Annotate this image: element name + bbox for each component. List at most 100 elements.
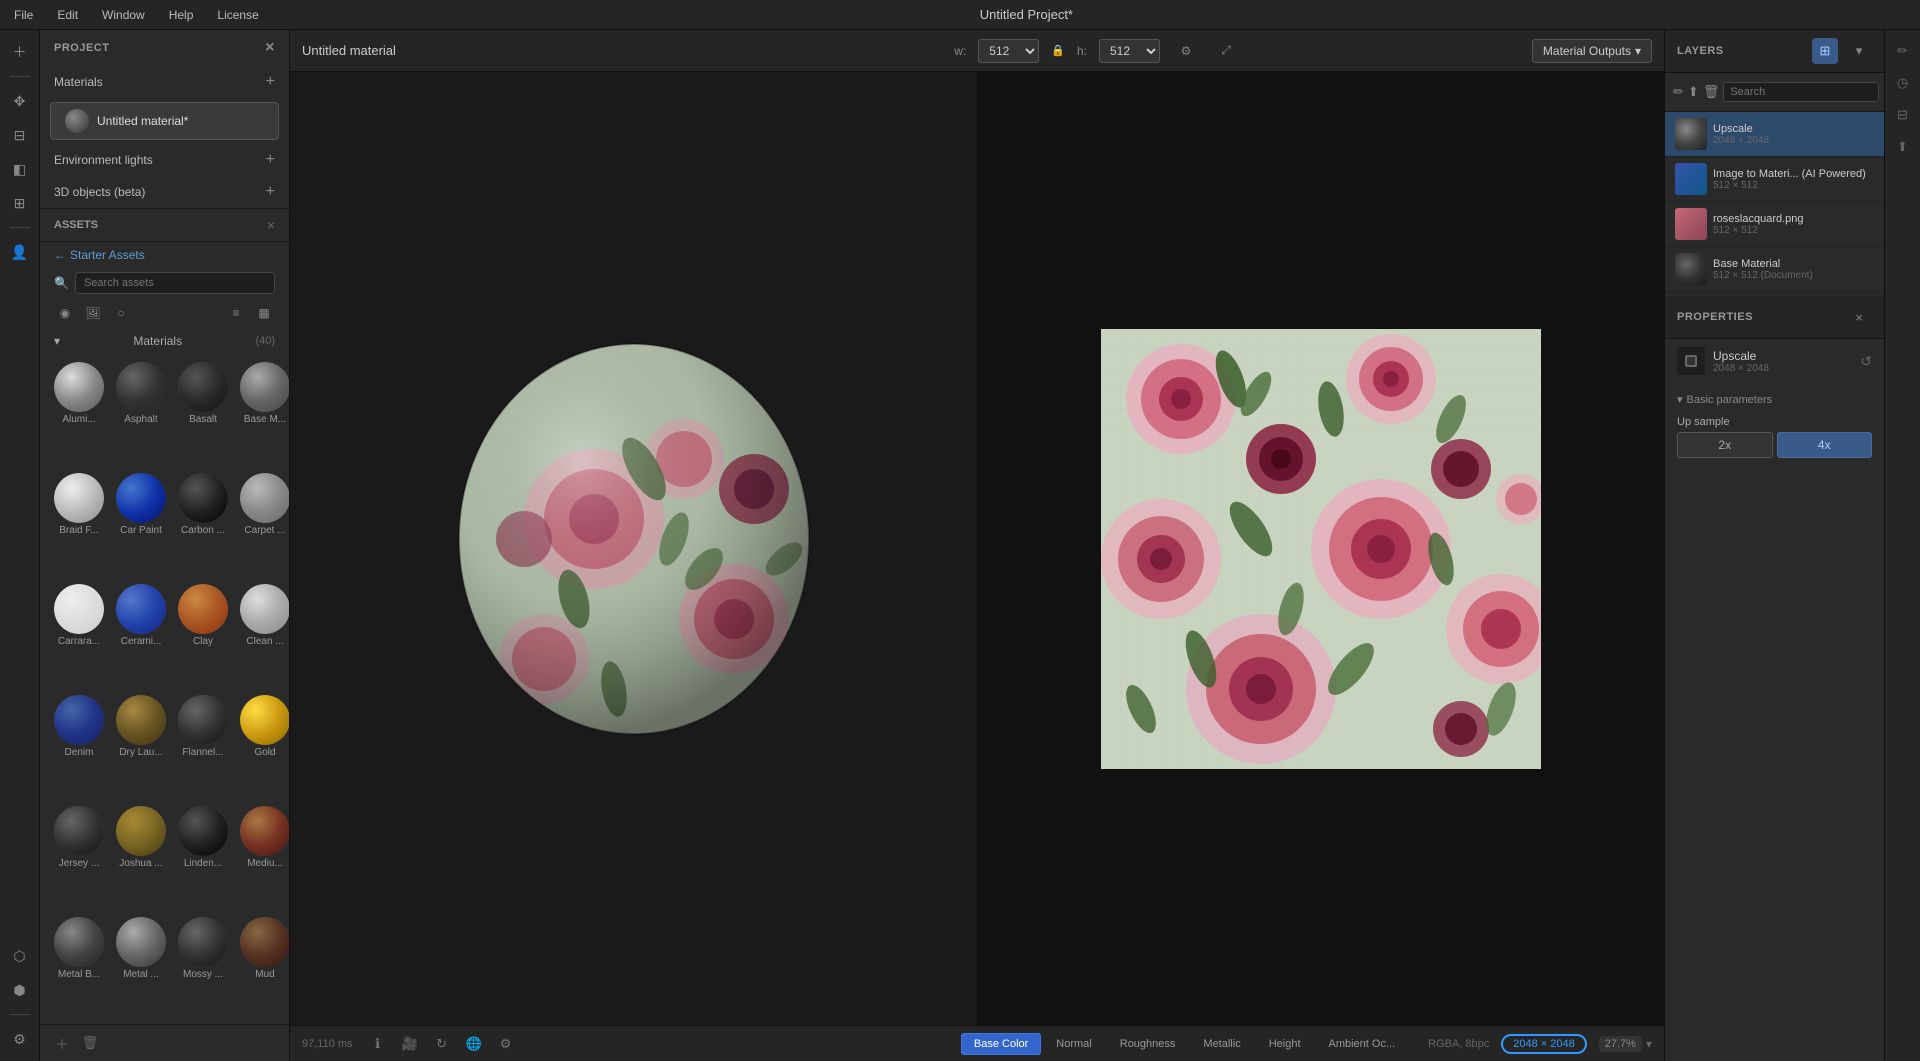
material-grid-item[interactable]: Flannel... (174, 691, 232, 798)
basic-params-header[interactable]: ▾ Basic parameters (1677, 389, 1872, 410)
material-grid-item[interactable]: Mossy ... (174, 913, 232, 1020)
height-select[interactable]: 512 1024 2048 (1099, 39, 1160, 63)
layer-item[interactable]: Base Material512 × 512 (Document) (1665, 247, 1884, 292)
menu-file[interactable]: File (10, 6, 37, 24)
layers-chevron-btn[interactable]: ▾ (1846, 38, 1872, 64)
environment-lights-row[interactable]: Environment lights + (40, 144, 289, 176)
layers-view-btn[interactable]: ⊞ (1812, 38, 1838, 64)
assets-back-btn[interactable]: ← Starter Assets (40, 242, 289, 268)
upsample-btn[interactable]: 4x (1777, 432, 1873, 458)
assets-delete-btn[interactable]: 🗑 (78, 1031, 102, 1055)
project-close-btn[interactable]: × (265, 40, 275, 56)
zoom-chevron-icon[interactable]: ▾ (1646, 1037, 1652, 1051)
material-outputs-btn[interactable]: Material Outputs ▾ (1532, 39, 1652, 63)
zoom-value[interactable]: 27.7% (1599, 1036, 1642, 1052)
grid-icon[interactable]: ⊞ (6, 189, 34, 217)
bottom-icon-1[interactable]: ⬡ (6, 942, 34, 970)
layers-icon[interactable]: ⊟ (6, 121, 34, 149)
list-view-icon[interactable]: ≡ (225, 302, 247, 324)
material-grid-item[interactable]: Metal B... (50, 913, 108, 1020)
props-reset-btn[interactable]: ↺ (1860, 353, 1872, 370)
material-grid-item[interactable]: Denim (50, 691, 108, 798)
size-badge[interactable]: 2048 × 2048 (1501, 1034, 1586, 1054)
material-thumbnail (178, 584, 228, 634)
materials-section-row[interactable]: Materials + (40, 66, 289, 98)
add-icon[interactable]: ＋ (6, 38, 34, 66)
width-select[interactable]: 512 1024 2048 (978, 39, 1039, 63)
export-layer-icon[interactable]: ⬆ (1688, 79, 1699, 105)
material-grid-item[interactable]: Cerami... (112, 580, 170, 687)
material-grid-item[interactable]: Metal ... (112, 913, 170, 1020)
material-item-untitled[interactable]: Untitled material* (50, 102, 279, 140)
globe-icon[interactable]: 🌐 (461, 1031, 487, 1057)
material-grid-item[interactable]: Gold (236, 691, 289, 798)
channel-tab[interactable]: Height (1256, 1033, 1314, 1055)
material-grid-item[interactable]: Asphalt (112, 358, 170, 465)
refresh-icon[interactable]: ↻ (429, 1031, 455, 1057)
menu-license[interactable]: License (213, 6, 262, 24)
rib-layers2-icon[interactable]: ⊟ (1890, 102, 1916, 128)
layer-item[interactable]: roseslacquard.png512 × 512 (1665, 202, 1884, 247)
materials-add-btn[interactable]: + (266, 74, 275, 90)
image-view-icon[interactable]: 🖼 (82, 302, 104, 324)
menu-help[interactable]: Help (165, 6, 198, 24)
trash-layer-icon[interactable]: 🗑 (1703, 79, 1720, 105)
material-grid-item[interactable]: Braid F... (50, 469, 108, 576)
assets-add-btn[interactable]: ＋ (50, 1031, 74, 1055)
layer-item[interactable]: Upscale2048 × 2048 (1665, 112, 1884, 157)
material-thumbnail (116, 473, 166, 523)
material-grid-item[interactable]: Base M... (236, 358, 289, 465)
channel-tab[interactable]: Roughness (1107, 1033, 1189, 1055)
material-grid-item[interactable]: Car Paint (112, 469, 170, 576)
material-grid-item[interactable]: Joshua ... (112, 802, 170, 909)
materials-category-header[interactable]: ▾ Materials (40) (40, 328, 289, 354)
channel-tab[interactable]: Base Color (961, 1033, 1041, 1055)
viewport-fullscreen-icon[interactable]: ⤢ (1212, 37, 1240, 65)
channel-tab[interactable]: Normal (1043, 1033, 1104, 1055)
material-grid-item[interactable]: Alumi... (50, 358, 108, 465)
circle-view-icon[interactable]: ○ (110, 302, 132, 324)
bottom-icon-2[interactable]: ⬢ (6, 976, 34, 1004)
material-grid-item[interactable]: Carbon ... (174, 469, 232, 576)
material-grid-item[interactable]: Jersey ... (50, 802, 108, 909)
objects-3d-add-btn[interactable]: + (266, 184, 275, 200)
user-icon[interactable]: 👤 (6, 238, 34, 266)
material-grid-item[interactable]: Clay (174, 580, 232, 687)
rib-export-icon[interactable]: ⬆ (1890, 134, 1916, 160)
settings2-icon[interactable]: ⚙ (493, 1031, 519, 1057)
menu-window[interactable]: Window (98, 6, 149, 24)
material-grid-item[interactable]: Clean ... (236, 580, 289, 687)
channel-tab[interactable]: Ambient Oc... (1316, 1033, 1409, 1055)
grid-view-icon[interactable]: ▦ (253, 302, 275, 324)
camera-icon[interactable]: 🎥 (397, 1031, 423, 1057)
material-grid-item[interactable]: Carpet ... (236, 469, 289, 576)
viewport-options-icon[interactable]: ⚙ (1172, 37, 1200, 65)
material-grid-item[interactable]: Mediu... (236, 802, 289, 909)
layer-item[interactable]: Image to Materi... (AI Powered)512 × 512 (1665, 157, 1884, 202)
layer-thumbnail (1675, 163, 1707, 195)
assets-close-btn[interactable]: × (267, 217, 275, 233)
properties-close-btn[interactable]: × (1846, 304, 1872, 330)
rib-history-icon[interactable]: ◷ (1890, 70, 1916, 96)
move-tool-icon[interactable]: ✥ (6, 87, 34, 115)
layers-search-input[interactable] (1723, 82, 1879, 102)
material-grid-item[interactable]: Carrara... (50, 580, 108, 687)
upsample-btn[interactable]: 2x (1677, 432, 1773, 458)
rib-pencil-icon[interactable]: ✏ (1890, 38, 1916, 64)
material-grid-item[interactable]: Dry Lau... (112, 691, 170, 798)
viewport-3d[interactable] (290, 72, 977, 1025)
paint-layer-icon[interactable]: ✏ (1673, 79, 1684, 105)
objects-3d-row[interactable]: 3D objects (beta) + (40, 176, 289, 208)
material-grid-item[interactable]: Mud (236, 913, 289, 1020)
environment-lights-add-btn[interactable]: + (266, 152, 275, 168)
viewport-2d[interactable] (977, 72, 1664, 1025)
search-input[interactable] (75, 272, 275, 294)
settings-icon[interactable]: ⚙ (6, 1025, 34, 1053)
shapes-icon[interactable]: ◧ (6, 155, 34, 183)
info-icon[interactable]: ℹ (365, 1031, 391, 1057)
material-grid-item[interactable]: Linden... (174, 802, 232, 909)
menu-edit[interactable]: Edit (53, 6, 82, 24)
sphere-view-icon[interactable]: ◉ (54, 302, 76, 324)
channel-tab[interactable]: Metallic (1190, 1033, 1253, 1055)
material-grid-item[interactable]: Basalt (174, 358, 232, 465)
